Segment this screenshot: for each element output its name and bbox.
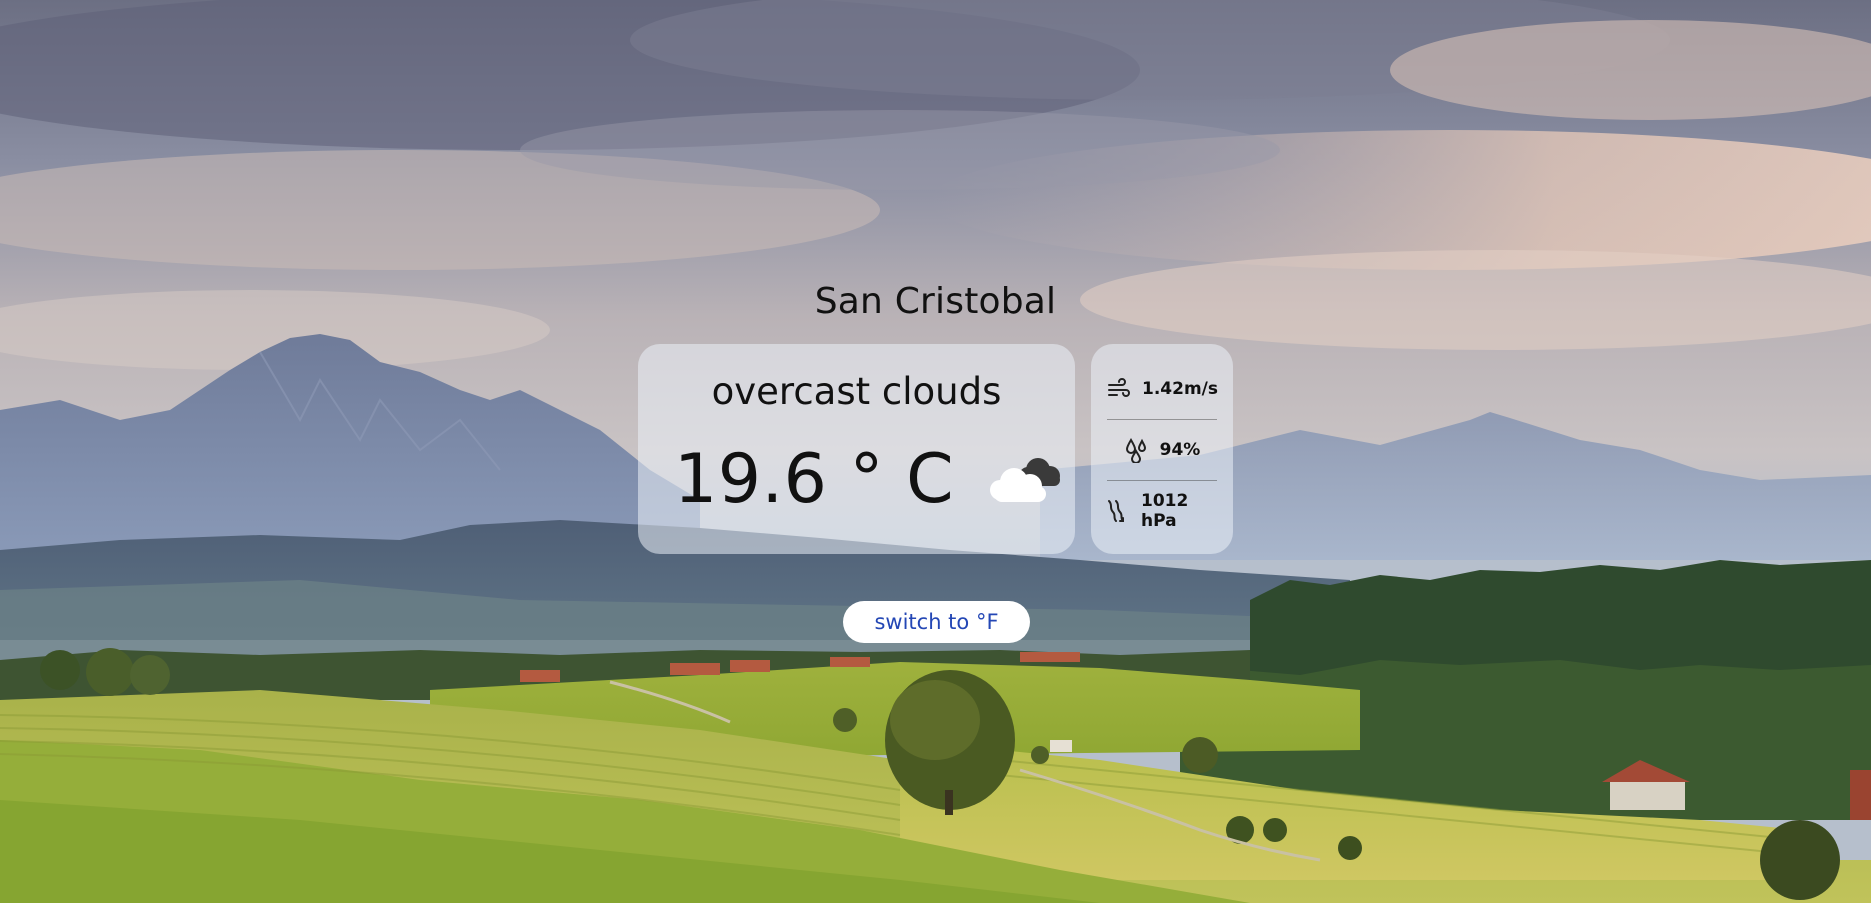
- humidity-value: 94%: [1159, 440, 1201, 460]
- pressure-value: 1012 hPa: [1141, 491, 1189, 531]
- pressure-stat: 1012 hPa: [1105, 491, 1219, 531]
- temperature-value: 19.6 ° C: [674, 440, 955, 519]
- weather-description: overcast clouds: [711, 370, 1002, 413]
- pressure-icon: [1108, 500, 1124, 522]
- wind-stat: 1.42m/s: [1105, 370, 1219, 408]
- switch-unit-button[interactable]: switch to °F: [843, 601, 1030, 643]
- wind-icon: [1108, 378, 1130, 397]
- temperature-row: 19.6 ° C: [674, 440, 1068, 519]
- weather-main-card: overcast clouds 19.6 ° C: [638, 344, 1075, 554]
- divider: [1107, 480, 1217, 481]
- divider: [1107, 419, 1217, 420]
- humidity-icon: [1125, 438, 1146, 463]
- city-name: San Cristobal: [814, 281, 1057, 322]
- humidity-stat: 94%: [1105, 431, 1219, 469]
- wind-speed-value: 1.42m/s: [1142, 379, 1218, 399]
- cloudy-icon: [990, 457, 1061, 502]
